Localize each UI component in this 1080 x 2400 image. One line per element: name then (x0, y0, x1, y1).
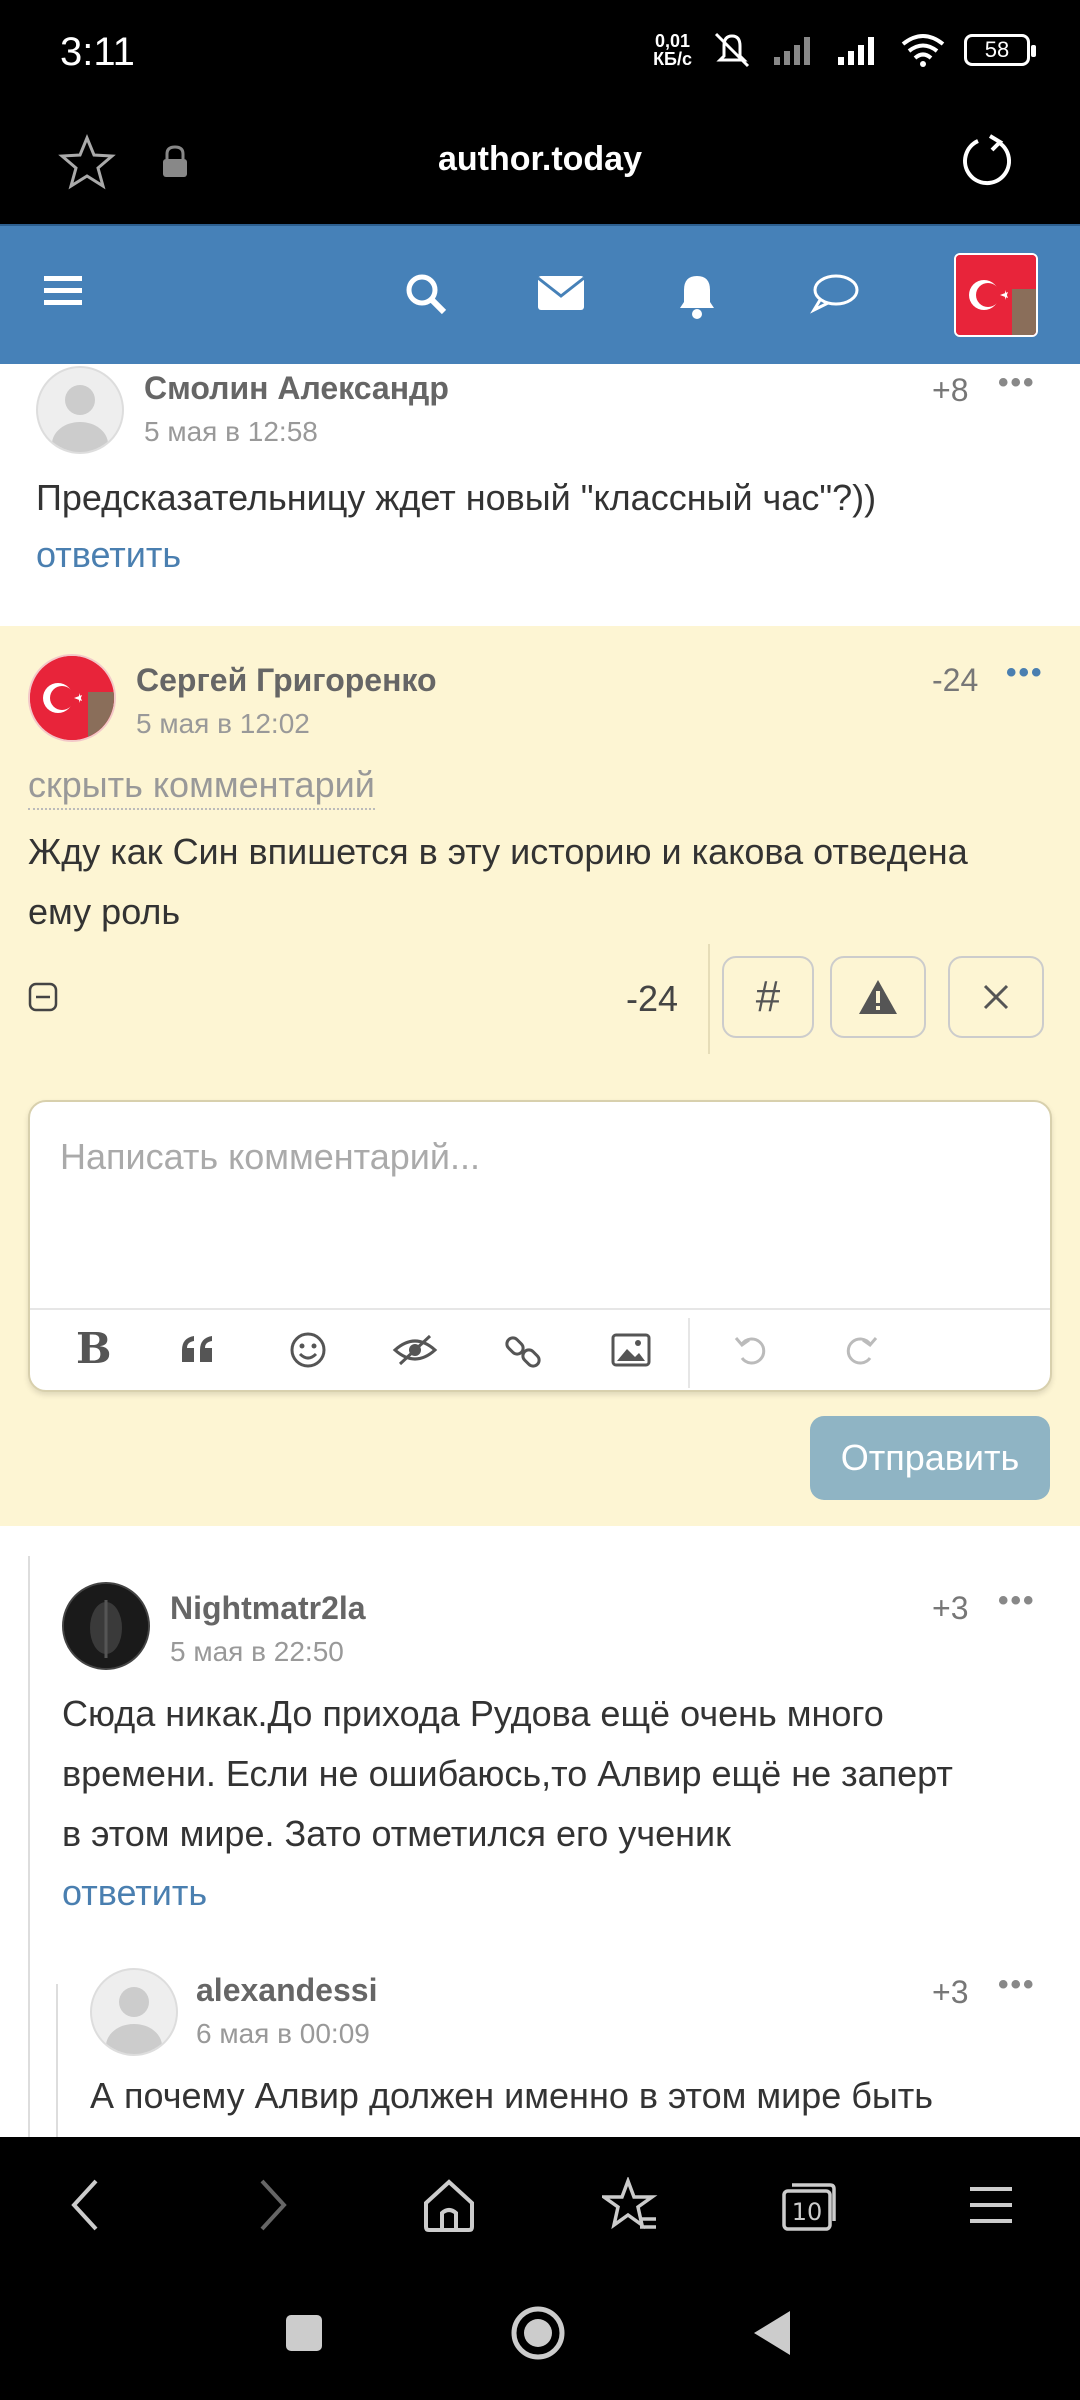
reload-icon[interactable] (958, 132, 1018, 192)
default-avatar-icon (52, 385, 108, 452)
net-speed-value: 0,01 (655, 31, 691, 51)
comment-text: А почему Алвир должен именно в этом мире… (90, 2075, 934, 2116)
more-options-icon[interactable]: ••• (1006, 656, 1044, 690)
comment-text-line: ему роль (28, 891, 181, 932)
bookmarks-star-icon[interactable] (602, 2177, 658, 2233)
toolbar-divider (688, 1318, 690, 1388)
turkish-flag-avatar-image (956, 255, 1036, 335)
net-speed: 0,01 КБ/с (653, 32, 692, 68)
image-icon[interactable] (610, 1330, 652, 1370)
comments-area: Смолин Александр 5 мая в 12:58 +8 ••• Пр… (0, 364, 1080, 2137)
more-options-icon[interactable]: ••• (998, 1968, 1036, 2002)
status-bar: 3:11 0,01 КБ/с 58 (0, 0, 1080, 108)
user-avatar[interactable] (954, 253, 1038, 337)
home-button-icon[interactable] (510, 2305, 566, 2361)
menu-icon[interactable] (42, 270, 84, 312)
quote-icon[interactable] (178, 1330, 218, 1370)
more-options-icon[interactable]: ••• (998, 1584, 1036, 1618)
browser-bottom-bar: 10 (0, 2137, 1080, 2273)
system-navigation-bar (0, 2273, 1080, 2400)
search-icon[interactable] (402, 270, 450, 318)
notifications-bell-icon[interactable] (674, 270, 720, 320)
battery-indicator: 58 (964, 34, 1036, 66)
link-icon[interactable] (502, 1330, 544, 1372)
redo-icon[interactable] (840, 1330, 880, 1370)
divider (708, 944, 710, 1054)
status-icons: 0,01 КБ/с 58 (653, 30, 1036, 70)
svg-text:10: 10 (792, 2198, 823, 2226)
close-icon (983, 984, 1009, 1010)
forward-icon[interactable] (252, 2177, 292, 2233)
dark-avatar-image (64, 1584, 148, 1668)
home-icon[interactable] (422, 2177, 476, 2233)
comment-date[interactable]: 6 мая в 00:09 (196, 2018, 370, 2050)
comment-date[interactable]: 5 мая в 12:02 (136, 708, 310, 740)
reply-link[interactable]: ответить (36, 534, 181, 576)
signal-icon-2 (838, 37, 874, 65)
comment-text-line: времени. Если не ошибаюсь,то Алвир ещё н… (62, 1753, 953, 1794)
comment-text-line: Сюда никак.До прихода Рудова ещё очень м… (62, 1693, 884, 1734)
turkish-flag-avatar-image (30, 656, 114, 740)
comment-input-placeholder[interactable]: Написать комментарий... (60, 1136, 480, 1178)
comment-editor[interactable]: Написать комментарий... B (28, 1100, 1052, 1392)
report-button[interactable] (830, 956, 926, 1038)
status-time: 3:11 (60, 30, 135, 74)
back-icon[interactable] (66, 2177, 106, 2233)
avatar[interactable] (62, 1582, 150, 1670)
close-button[interactable] (948, 956, 1044, 1038)
comment-score: -24 (932, 662, 979, 698)
editor-toolbar: B (30, 1308, 1050, 1392)
undo-icon[interactable] (732, 1330, 772, 1370)
site-navbar (0, 224, 1080, 364)
signal-icon-1 (774, 37, 810, 65)
spoiler-eye-icon[interactable] (392, 1330, 438, 1370)
comment-author[interactable]: Смолин Александр (144, 370, 449, 407)
action-score: -24 (626, 978, 679, 1019)
thread-line-nested (56, 1984, 58, 2137)
avatar[interactable] (28, 654, 116, 742)
comment-date[interactable]: 5 мая в 12:58 (144, 416, 318, 448)
more-options-icon[interactable]: ••• (998, 366, 1036, 400)
tabs-icon[interactable]: 10 (780, 2177, 838, 2233)
comment-text: Предсказательницу ждет новый "классный ч… (36, 477, 877, 518)
emoji-icon[interactable] (288, 1330, 328, 1370)
highlighted-comment: Сергей Григоренко 5 мая в 12:02 -24 ••• … (0, 626, 1080, 1526)
bold-button[interactable]: B (76, 1324, 112, 1373)
comment-score: +3 (932, 1590, 969, 1626)
comment-action-row: -24 # (0, 944, 1080, 1054)
comment-author[interactable]: Nightmatr2la (170, 1590, 366, 1627)
hashtag-button[interactable]: # (722, 956, 814, 1038)
default-avatar-icon (106, 1987, 162, 2054)
warning-icon (859, 980, 897, 1014)
wifi-icon (901, 34, 945, 67)
reply-link[interactable]: ответить (62, 1872, 207, 1914)
net-speed-unit: КБ/с (653, 49, 692, 69)
chat-icon[interactable] (810, 270, 860, 316)
avatar[interactable] (90, 1968, 178, 2056)
comment-text-line: Жду как Син впишется в эту историю и как… (28, 831, 968, 872)
browser-menu-icon[interactable] (968, 2177, 1014, 2233)
browser-address-bar: author.today (0, 108, 1080, 224)
mute-bell-icon (714, 32, 750, 68)
address-url[interactable]: author.today (0, 140, 1080, 179)
comment-author[interactable]: alexandessi (196, 1972, 377, 2009)
collapse-icon[interactable] (28, 982, 58, 1012)
comment-author[interactable]: Сергей Григоренко (136, 662, 437, 699)
comment-date[interactable]: 5 мая в 22:50 (170, 1636, 344, 1668)
recents-icon[interactable] (284, 2313, 324, 2353)
thread-line (28, 1556, 30, 2137)
avatar[interactable] (36, 366, 124, 454)
comment-score: +3 (932, 1974, 969, 2010)
mail-icon[interactable] (536, 270, 586, 314)
back-button-icon[interactable] (752, 2309, 792, 2357)
comment-score: +8 (932, 372, 969, 408)
comment-text-line: в этом мире. Зато отметился его ученик (62, 1813, 731, 1854)
submit-comment-button[interactable]: Отправить (810, 1416, 1050, 1500)
hide-comment-link[interactable]: скрыть комментарий (28, 764, 375, 810)
